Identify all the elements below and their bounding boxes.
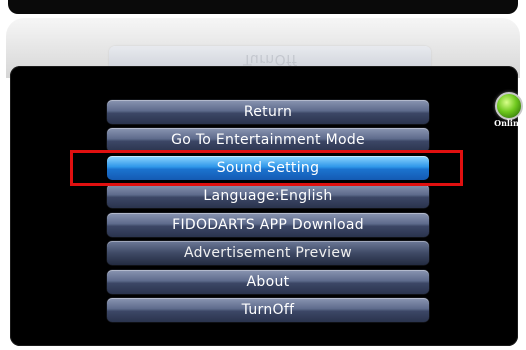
app-download-button[interactable]: FIDODARTS APP Download bbox=[107, 213, 429, 237]
online-badge: Online bbox=[494, 92, 524, 130]
about-button[interactable]: About bbox=[107, 270, 429, 294]
entertainment-mode-button[interactable]: Go To Entertainment Mode bbox=[107, 128, 429, 152]
online-label: Online bbox=[494, 118, 524, 128]
selection-highlight-box bbox=[70, 150, 463, 186]
language-button[interactable]: Language:English bbox=[107, 184, 429, 208]
top-frame-bar bbox=[8, 0, 518, 14]
return-button[interactable]: Return bbox=[107, 100, 429, 124]
globe-icon bbox=[495, 92, 523, 120]
turnoff-button[interactable]: TurnOff bbox=[107, 298, 429, 322]
advertisement-preview-button[interactable]: Advertisement Preview bbox=[107, 241, 429, 265]
reflection-text: TurnOff bbox=[242, 51, 298, 67]
